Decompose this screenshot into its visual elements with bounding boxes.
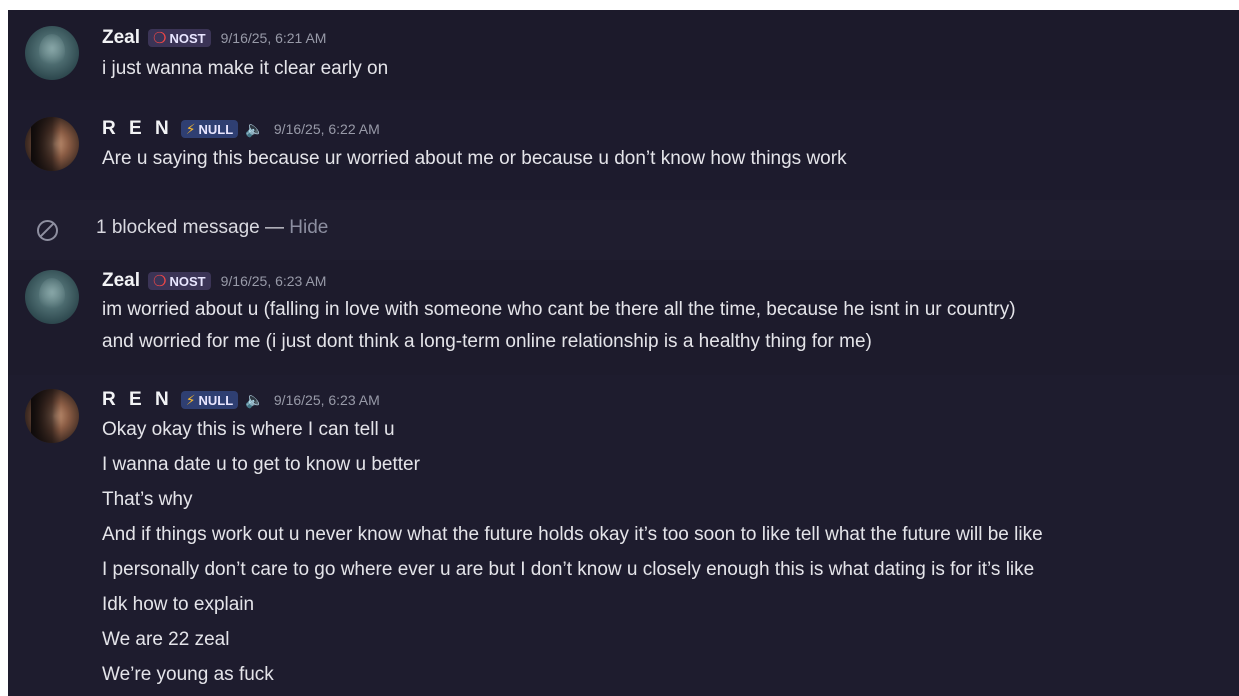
- message-text: We’re young as fuck: [102, 664, 274, 685]
- message-group: Zeal ❍ NOST 9/16/25, 6:21 AM i just wann…: [8, 10, 1239, 100]
- message-header: R E N ⚡ NULL 🔈 9/16/25, 6:23 AM: [102, 389, 380, 411]
- message-group: R E N ⚡ NULL 🔈 9/16/25, 6:22 AM Are u sa…: [8, 100, 1239, 200]
- message-group: Zeal ❍ NOST 9/16/25, 6:23 AM im worried …: [8, 260, 1239, 375]
- message-header: Zeal ❍ NOST 9/16/25, 6:21 AM: [102, 27, 326, 49]
- message-group: R E N ⚡ NULL 🔈 9/16/25, 6:23 AM Okay oka…: [8, 375, 1239, 696]
- message-text: Are u saying this because ur worried abo…: [102, 148, 847, 169]
- message-text: I personally don’t care to go where ever…: [102, 559, 1035, 580]
- message-header: Zeal ❍ NOST 9/16/25, 6:23 AM: [102, 270, 326, 292]
- avatar-ren[interactable]: [25, 389, 79, 443]
- tag-label: NULL: [198, 121, 234, 137]
- author-name[interactable]: R E N: [102, 389, 173, 411]
- server-tag[interactable]: ❍ NOST: [148, 29, 211, 47]
- author-name[interactable]: Zeal: [102, 27, 140, 49]
- message-timestamp[interactable]: 9/16/25, 6:23 AM: [221, 273, 327, 289]
- message-text: I wanna date u to get to know u better: [102, 454, 420, 475]
- message-text: We are 22 zeal: [102, 629, 230, 650]
- message-timestamp[interactable]: 9/16/25, 6:22 AM: [274, 121, 380, 137]
- blocked-label: 1 blocked message —: [96, 217, 284, 238]
- blocked-icon: [37, 220, 58, 241]
- chat-panel: Zeal ❍ NOST 9/16/25, 6:21 AM i just wann…: [8, 10, 1239, 696]
- message-text: Idk how to explain: [102, 594, 255, 615]
- hide-blocked-button[interactable]: Hide: [289, 217, 328, 238]
- message-text: And if things work out u never know what…: [102, 524, 1043, 545]
- avatar-zeal[interactable]: [25, 270, 79, 324]
- speaker-icon: 🔈: [245, 121, 264, 138]
- message-text: i just wanna make it clear early on: [102, 58, 389, 79]
- message-timestamp[interactable]: 9/16/25, 6:21 AM: [221, 30, 327, 46]
- blocked-message-row: 1 blocked message — Hide: [8, 200, 1239, 260]
- message-text: im worried about u (falling in love with…: [102, 299, 1016, 320]
- message-header: R E N ⚡ NULL 🔈 9/16/25, 6:22 AM: [102, 118, 380, 140]
- red-ring-icon: ❍: [153, 273, 167, 290]
- red-ring-icon: ❍: [153, 30, 167, 47]
- avatar-zeal[interactable]: [25, 26, 79, 80]
- message-text: and worried for me (i just dont think a …: [102, 331, 872, 352]
- server-tag[interactable]: ⚡ NULL: [180, 391, 239, 409]
- lightning-bolt-icon: ⚡: [185, 391, 196, 408]
- message-text: Okay okay this is where I can tell u: [102, 419, 395, 440]
- message-text: That’s why: [102, 489, 193, 510]
- message-timestamp[interactable]: 9/16/25, 6:23 AM: [274, 392, 380, 408]
- tag-label: NULL: [198, 392, 234, 408]
- author-name[interactable]: R E N: [102, 118, 173, 140]
- speaker-icon: 🔈: [245, 392, 264, 409]
- tag-label: NOST: [169, 30, 206, 46]
- lightning-bolt-icon: ⚡: [185, 120, 196, 137]
- server-tag[interactable]: ❍ NOST: [148, 272, 211, 290]
- author-name[interactable]: Zeal: [102, 270, 140, 292]
- avatar-ren[interactable]: [25, 117, 79, 171]
- server-tag[interactable]: ⚡ NULL: [180, 120, 239, 138]
- tag-label: NOST: [169, 273, 206, 289]
- blocked-message-text: 1 blocked message — Hide: [96, 217, 328, 239]
